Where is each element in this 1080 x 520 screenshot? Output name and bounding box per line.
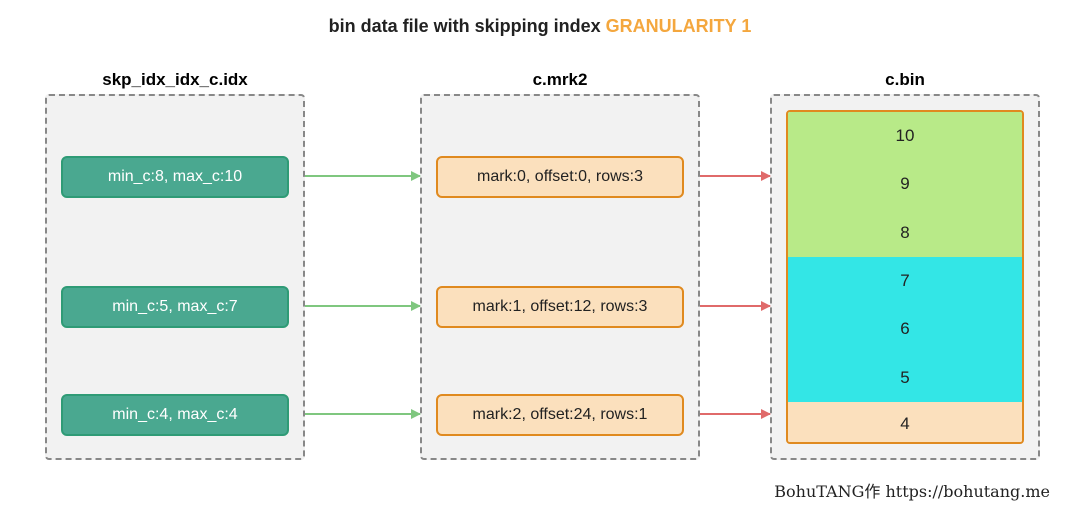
panel-bin: 10 9 8 7 6 5 4 <box>770 94 1040 460</box>
diagram-title: bin data file with skipping index GRANUL… <box>0 16 1080 37</box>
panel-idx: min_c:8, max_c:10 min_c:5, max_c:7 min_c:4… <box>45 94 305 460</box>
bin-value: 7 <box>900 271 909 291</box>
col-label-idx: skp_idx_idx_c.idx <box>45 70 305 90</box>
idx-entry: min_c:8, max_c:10 <box>61 156 289 198</box>
bin-value: 9 <box>900 174 909 194</box>
bin-segment: 4 <box>788 402 1022 444</box>
arrow-idx-to-mrk <box>305 175 420 177</box>
bin-value: 6 <box>900 319 909 339</box>
bin-value: 8 <box>900 223 909 243</box>
bin-segment: 7 6 5 <box>788 257 1022 402</box>
idx-entry: min_c:5, max_c:7 <box>61 286 289 328</box>
credit: BohuTANG作 https://bohutang.me <box>774 478 1050 502</box>
col-label-bin: c.bin <box>770 70 1040 90</box>
panel-mrk: mark:0, offset:0, rows:3 mark:1, offset:1… <box>420 94 700 460</box>
arrow-idx-to-mrk <box>305 413 420 415</box>
title-highlight: GRANULARITY 1 <box>606 16 752 36</box>
bin-segment: 10 9 8 <box>788 112 1022 257</box>
bin-value: 4 <box>900 414 909 434</box>
mrk-entry: mark:1, offset:12, rows:3 <box>436 286 684 328</box>
arrow-idx-to-mrk <box>305 305 420 307</box>
title-prefix: bin data file with skipping index <box>329 16 606 36</box>
col-label-mrk: c.mrk2 <box>420 70 700 90</box>
mrk-entry: mark:0, offset:0, rows:3 <box>436 156 684 198</box>
arrow-mrk-to-bin <box>700 175 770 177</box>
arrow-mrk-to-bin <box>700 305 770 307</box>
arrow-mrk-to-bin <box>700 413 770 415</box>
bin-inner: 10 9 8 7 6 5 4 <box>786 110 1024 444</box>
bin-value: 10 <box>896 126 915 146</box>
idx-entry: min_c:4, max_c:4 <box>61 394 289 436</box>
bin-value: 5 <box>900 368 909 388</box>
mrk-entry: mark:2, offset:24, rows:1 <box>436 394 684 436</box>
